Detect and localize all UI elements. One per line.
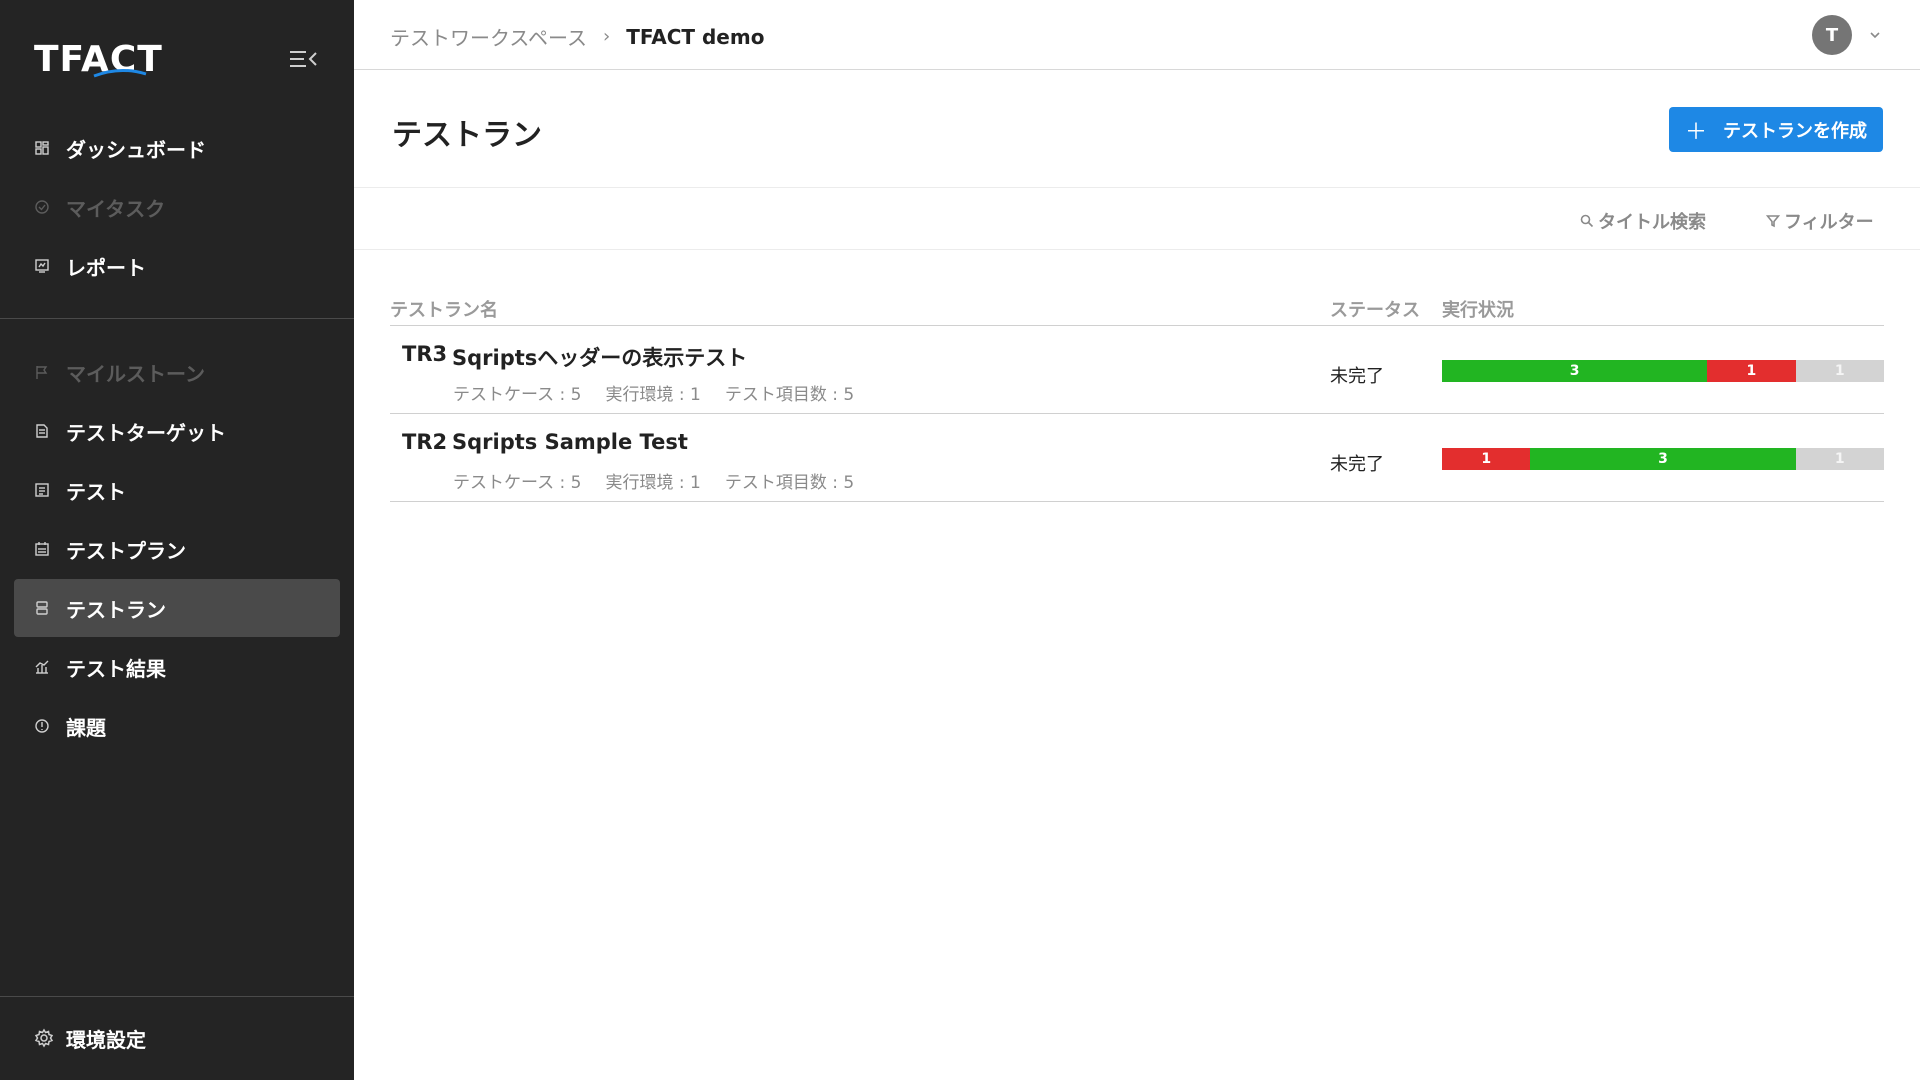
nav-group-primary: ダッシュボード マイタスク レポート: [14, 119, 340, 296]
filter-button[interactable]: フィルター: [1766, 208, 1874, 234]
sidebar-divider: [0, 318, 354, 319]
environment-count: 実行環境 : 1: [605, 473, 701, 493]
sidebar-item-report[interactable]: レポート: [14, 237, 340, 295]
test-run-id: TR3: [402, 342, 448, 366]
execution-progress-bar: 311: [1442, 360, 1884, 382]
sidebar-item-issues[interactable]: 課題: [14, 697, 340, 755]
table-row[interactable]: TR3 Sqriptsヘッダーの表示テスト テストケース : 5 実行環境 : …: [390, 326, 1884, 414]
progress-segment-none: 1: [1795, 448, 1884, 470]
column-header-status: ステータス: [1330, 300, 1420, 321]
status-badge: 未完了: [1330, 454, 1384, 475]
collapse-menu-icon: [290, 51, 317, 67]
test-run-meta: テストケース : 5 実行環境 : 1 テスト項目数 : 5: [453, 380, 878, 405]
top-bar: テストワークスペース › TFACT demo T: [354, 0, 1920, 70]
check-circle-icon: [34, 199, 50, 215]
page-header: テストラン ＋ テストランを作成: [354, 70, 1920, 188]
column-header-name: テストラン名: [390, 300, 498, 321]
test-run-title[interactable]: Sqripts Sample Test: [452, 430, 688, 454]
sidebar-item-test-target[interactable]: テストターゲット: [14, 402, 340, 460]
sidebar-item-test-results[interactable]: テスト結果: [14, 638, 340, 696]
sidebar-collapse-button[interactable]: [288, 46, 318, 72]
breadcrumb-workspace-link[interactable]: テストワークスペース: [390, 22, 587, 51]
sidebar-item-label: 課題: [66, 715, 106, 740]
filter-icon: [1766, 215, 1780, 228]
sidebar-item-label: レポート: [66, 255, 146, 280]
create-test-run-label: テストランを作成: [1723, 120, 1867, 142]
sidebar-item-test[interactable]: テスト: [14, 461, 340, 519]
database-icon: [34, 600, 50, 616]
status-badge: 未完了: [1330, 366, 1384, 387]
sidebar-item-my-tasks[interactable]: マイタスク: [14, 178, 340, 236]
sidebar-divider: [0, 996, 354, 997]
document-icon: [34, 423, 50, 439]
alert-icon: [34, 718, 50, 734]
test-run-title[interactable]: Sqriptsヘッダーの表示テスト: [452, 342, 747, 372]
sidebar-item-milestone[interactable]: マイルストーン: [14, 343, 340, 401]
breadcrumb-current: TFACT demo: [626, 24, 765, 49]
title-search-label: タイトル検索: [1598, 212, 1706, 233]
sidebar-item-label: テストプラン: [66, 538, 186, 563]
table-header: テストラン名 ステータス 実行状況: [390, 280, 1884, 326]
list-toolbar: タイトル検索 フィルター: [354, 188, 1920, 250]
sidebar-item-label: マイルストーン: [66, 361, 205, 386]
environment-count: 実行環境 : 1: [605, 385, 701, 405]
chevron-down-icon[interactable]: [1868, 28, 1882, 42]
sidebar-item-test-plan[interactable]: テストプラン: [14, 520, 340, 578]
sidebar-item-label: テストラン: [66, 597, 166, 622]
test-run-table: テストラン名 ステータス 実行状況 TR3 Sqriptsヘッダーの表示テスト …: [390, 280, 1884, 502]
sidebar-item-label: ダッシュボード: [66, 137, 206, 162]
gear-icon: [34, 1028, 54, 1048]
sidebar: TFACT ダッシュボード マイタスク レポート マイルストーン テストターゲッ…: [0, 0, 354, 1080]
execution-progress-bar: 131: [1442, 448, 1884, 470]
progress-segment-pass: 3: [1442, 360, 1708, 382]
report-icon: [34, 258, 50, 274]
create-test-run-button[interactable]: ＋ テストランを作成: [1669, 107, 1883, 152]
sidebar-item-label: マイタスク: [66, 196, 166, 221]
sidebar-item-test-run[interactable]: テストラン: [14, 579, 340, 637]
progress-segment-pass: 3: [1530, 448, 1796, 470]
logo-swoosh-icon: [93, 69, 147, 78]
breadcrumb-separator-icon: ›: [603, 26, 611, 47]
breadcrumb: テストワークスペース › TFACT demo: [390, 22, 764, 51]
column-header-progress: 実行状況: [1442, 300, 1514, 321]
flag-icon: [34, 364, 50, 380]
sidebar-item-label: 環境設定: [66, 1027, 146, 1052]
test-item-count: テスト項目数 : 5: [724, 473, 855, 493]
page-title: テストラン: [392, 118, 542, 153]
title-search-button[interactable]: タイトル検索: [1580, 208, 1706, 234]
logo-row: TFACT: [34, 38, 324, 82]
test-run-id: TR2: [402, 430, 448, 454]
plus-icon: ＋: [1684, 119, 1707, 145]
test-case-count: テストケース : 5: [453, 473, 582, 493]
progress-segment-fail: 1: [1442, 448, 1531, 470]
dashboard-icon: [34, 140, 50, 156]
filter-label: フィルター: [1784, 212, 1874, 233]
sidebar-item-settings[interactable]: 環境設定: [14, 1009, 340, 1067]
test-run-meta: テストケース : 5 実行環境 : 1 テスト項目数 : 5: [453, 468, 878, 493]
sidebar-item-label: テストターゲット: [66, 420, 226, 445]
list-icon: [34, 482, 50, 498]
nav-group-secondary: マイルストーン テストターゲット テスト テストプラン テストラン テスト結果 …: [14, 343, 340, 756]
sidebar-item-label: テスト: [66, 479, 126, 504]
calendar-icon: [34, 541, 50, 557]
progress-segment-none: 1: [1795, 360, 1884, 382]
chart-icon: [34, 659, 50, 675]
table-row[interactable]: TR2 Sqripts Sample Test テストケース : 5 実行環境 …: [390, 414, 1884, 502]
progress-segment-fail: 1: [1707, 360, 1796, 382]
avatar[interactable]: T: [1812, 15, 1852, 55]
test-case-count: テストケース : 5: [453, 385, 582, 405]
sidebar-item-dashboard[interactable]: ダッシュボード: [14, 119, 340, 177]
test-item-count: テスト項目数 : 5: [724, 385, 855, 405]
search-icon: [1580, 214, 1594, 228]
sidebar-item-label: テスト結果: [66, 656, 166, 681]
